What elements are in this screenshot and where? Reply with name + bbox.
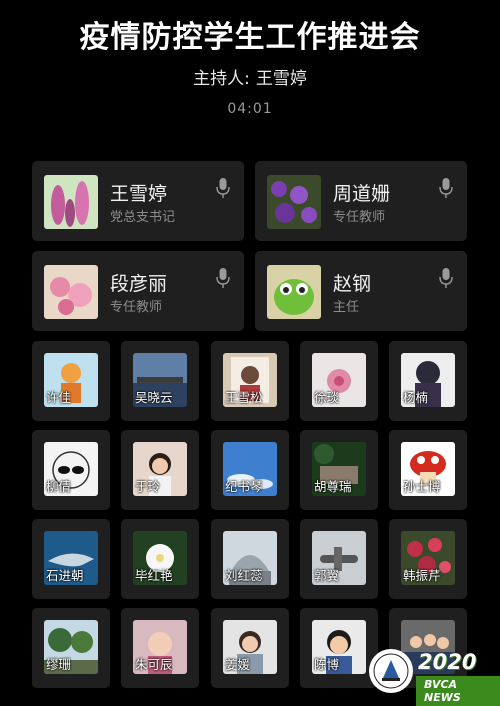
participant-tile[interactable]: 陈博 [300,608,378,688]
participant-name: 韩振芹 [403,568,441,583]
participant-tile[interactable]: 许佳 [32,341,110,421]
green-cartoon-frog-avatar [267,265,321,319]
featured-speaker-tile[interactable]: 赵钢 主任 [255,251,467,331]
speaker-avatar [267,175,321,229]
host-line: 主持人: 王雪婷 [0,64,500,89]
speaker-avatar [267,265,321,319]
bvca-news-watermark: 2020 BVCA NEWS [368,644,500,706]
participant-name: 胡尊瑞 [314,479,352,494]
participant-tile[interactable]: 韩振芹 [389,519,467,599]
participant-name: 王雪松 [225,390,263,405]
participant-name: 陈博 [314,657,340,672]
watermark-brand: BVCA NEWS [416,676,500,706]
participant-tile[interactable]: 刘红蕊 [211,519,289,599]
participant-tile[interactable]: 朱可辰 [121,608,199,688]
watermark-year: 2020 [418,650,477,674]
speaker-name: 周道姗 [333,183,391,205]
participant-name: 缪珊 [46,657,72,672]
pink-blossoms-avatar [44,265,98,319]
participant-name: 杨楠 [403,390,429,405]
school-seal-icon [369,649,413,693]
participant-tile[interactable]: 杨楠 [389,341,467,421]
host-name: 王雪婷 [255,69,307,89]
participant-name: 徐琰 [314,390,340,405]
speaker-name: 段彦丽 [110,273,168,295]
participant-name: 吴晓云 [135,390,173,405]
participant-tile[interactable]: 徐琰 [300,341,378,421]
meeting-title: 疫情防控学生工作推进会 [79,20,421,55]
participant-tile[interactable]: 于玲 [121,430,199,510]
meeting-timer: 04:01 [227,101,273,117]
purple-flowers-avatar [267,175,321,229]
speaker-avatar [44,265,98,319]
participant-name: 于玲 [135,479,161,494]
microphone-icon[interactable] [439,177,453,199]
speaker-name: 赵钢 [333,273,372,295]
participant-tile[interactable]: 纪书琴 [211,430,289,510]
speaker-role: 专任教师 [333,210,386,225]
microphone-icon[interactable] [216,177,230,199]
host-label: 主持人: [193,69,250,89]
participant-tile[interactable]: 孙士博 [389,430,467,510]
featured-speaker-tile[interactable]: 王雪婷 党总支书记 [32,161,244,241]
microphone-icon[interactable] [439,267,453,289]
participant-tile[interactable]: 缪珊 [32,608,110,688]
participant-tile[interactable]: 吴晓云 [121,341,199,421]
participant-tile[interactable]: 郭翼 [300,519,378,599]
participant-tile[interactable]: 毕红艳 [121,519,199,599]
featured-speaker-tile[interactable]: 周道姗 专任教师 [255,161,467,241]
speaker-role: 主任 [333,300,360,315]
participant-name: 孙士博 [403,479,441,494]
speaker-role: 专任教师 [110,300,163,315]
participant-name: 纪书琴 [225,479,263,494]
foxglove-flowers-avatar [44,175,98,229]
participant-name: 许佳 [46,390,72,405]
speaker-name: 王雪婷 [110,183,168,205]
participant-tile[interactable]: 石进朝 [32,519,110,599]
participant-name: 柳倩 [46,479,72,494]
participant-name: 姜媛 [225,657,251,672]
participant-name: 毕红艳 [135,568,173,583]
speaker-avatar [44,175,98,229]
participant-name: 朱可辰 [135,657,173,672]
participant-name: 石进朝 [46,568,84,583]
microphone-icon[interactable] [216,267,230,289]
participant-tile[interactable]: 姜媛 [211,608,289,688]
participant-tile[interactable]: 柳倩 [32,430,110,510]
participant-name: 刘红蕊 [225,568,263,583]
speaker-role: 党总支书记 [110,210,176,225]
participant-tile[interactable]: 王雪松 [211,341,289,421]
participant-name: 郭翼 [314,568,340,583]
featured-speaker-tile[interactable]: 段彦丽 专任教师 [32,251,244,331]
participant-tile[interactable]: 胡尊瑞 [300,430,378,510]
